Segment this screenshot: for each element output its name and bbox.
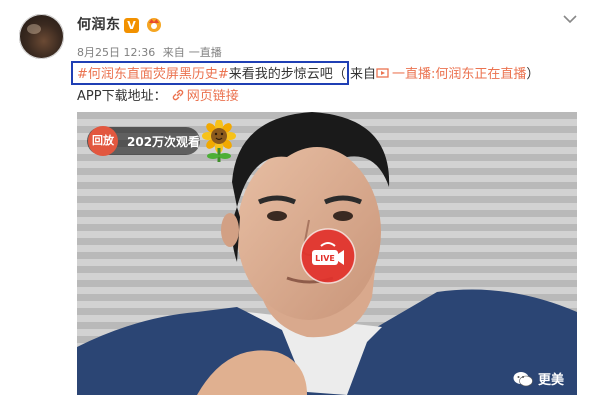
crown-badge-icon[interactable] [145, 15, 163, 33]
author-avatar[interactable] [19, 14, 64, 59]
watermark-text: 更美 [538, 373, 565, 388]
post-meta: 8月25日 12:36 来自 一直播 [77, 44, 226, 60]
live-source-label[interactable]: 一直播:何润东正在直播 [392, 67, 526, 82]
topic-link[interactable]: #何润东直面荧屏黑历史# [77, 65, 229, 85]
wechat-icon [513, 371, 533, 386]
author-name[interactable]: 何润东 [77, 14, 121, 34]
live-source-icon [376, 68, 389, 78]
post-date[interactable]: 8月25日 12:36 [77, 46, 155, 59]
source-app[interactable]: 一直播 [189, 46, 222, 59]
download-label: APP下载地址： [77, 89, 167, 104]
chevron-down-icon[interactable] [562, 12, 578, 26]
web-link[interactable]: 网页链接 [171, 89, 239, 104]
verified-v-icon: V [124, 18, 139, 33]
paren-close: ） [526, 67, 540, 82]
live-camera-icon[interactable]: LIVE [300, 228, 356, 284]
source-prefix: 来自 [162, 46, 185, 59]
watermark: 更美 [513, 369, 564, 388]
paren-open: （ 来自 [332, 67, 376, 82]
download-line: APP下载地址： 网页链接 [77, 88, 239, 106]
post-text: 来看我的步惊云吧 [228, 67, 333, 82]
web-link-icon [172, 89, 183, 101]
view-count: 202万次观看 [127, 135, 201, 149]
replay-label[interactable]: 回放 [88, 126, 118, 156]
sunflower-icon [202, 120, 236, 162]
live-label: LIVE [315, 254, 335, 263]
live-source-link[interactable]: 一直播:何润东正在直播 [376, 65, 526, 85]
web-link-label[interactable]: 网页链接 [187, 89, 239, 104]
post-text-line: #何润东直面荧屏黑历史# 来看我的步惊云吧（ 来自 一直播:何润东正在直播 ） [77, 65, 539, 85]
